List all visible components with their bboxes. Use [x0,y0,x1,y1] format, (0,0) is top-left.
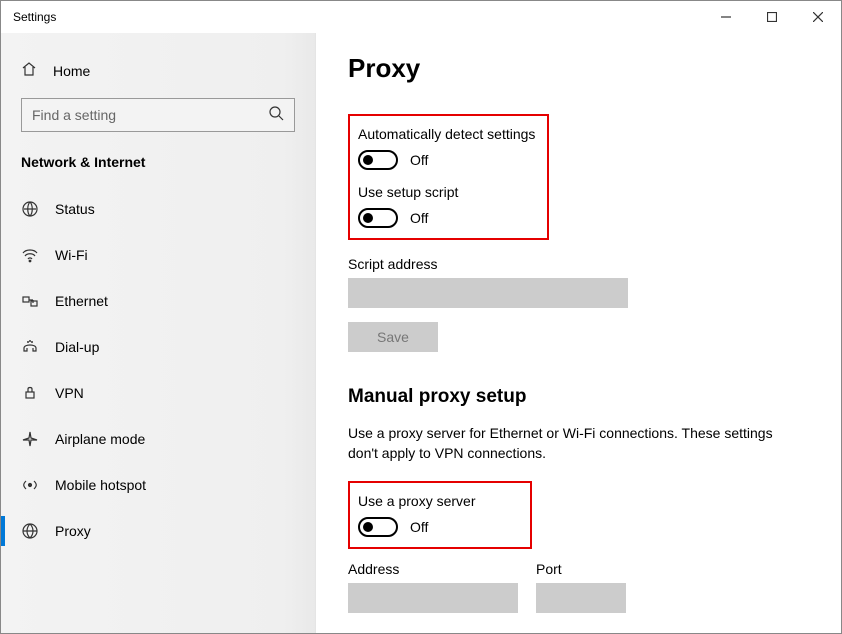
sidebar-item-status[interactable]: Status [1,186,315,232]
status-icon [21,200,39,218]
proxy-icon [21,522,39,540]
search-icon [268,105,284,126]
ethernet-icon [21,292,39,310]
sidebar-item-airplane[interactable]: Airplane mode [1,416,315,462]
sidebar: Home Network & Internet Status Wi-Fi E [1,33,316,633]
auto-detect-label: Automatically detect settings [358,126,535,142]
search-box[interactable] [21,98,295,132]
manual-setup-description: Use a proxy server for Ethernet or Wi-Fi… [348,424,788,463]
sidebar-item-ethernet[interactable]: Ethernet [1,278,315,324]
maximize-button[interactable] [749,1,795,33]
script-address-label: Script address [348,256,809,272]
main-content: Proxy Automatically detect settings Off … [316,33,841,633]
use-proxy-label: Use a proxy server [358,493,518,509]
sidebar-item-label: Wi-Fi [55,247,88,263]
port-input[interactable] [536,583,626,613]
sidebar-item-vpn[interactable]: VPN [1,370,315,416]
sidebar-item-hotspot[interactable]: Mobile hotspot [1,462,315,508]
search-input[interactable] [32,107,268,123]
save-button[interactable]: Save [348,322,438,352]
sidebar-item-label: Airplane mode [55,431,145,447]
address-label: Address [348,561,518,577]
close-button[interactable] [795,1,841,33]
sidebar-item-proxy[interactable]: Proxy [1,508,315,554]
sidebar-item-label: Proxy [55,523,91,539]
sidebar-item-label: Ethernet [55,293,108,309]
highlight-manual-proxy: Use a proxy server Off [348,481,532,549]
sidebar-section-header: Network & Internet [1,154,315,186]
titlebar: Settings [1,1,841,33]
sidebar-item-label: Mobile hotspot [55,477,146,493]
wifi-icon [21,246,39,264]
home-label: Home [53,63,90,79]
home-nav[interactable]: Home [1,53,315,94]
home-icon [21,61,39,80]
dialup-icon [21,338,39,356]
sidebar-item-label: Dial-up [55,339,99,355]
window-controls [703,1,841,33]
address-input[interactable] [348,583,518,613]
window-title: Settings [1,10,703,24]
setup-script-state: Off [410,210,428,226]
vpn-icon [21,384,39,402]
use-proxy-state: Off [410,519,428,535]
minimize-button[interactable] [703,1,749,33]
hotspot-icon [21,476,39,494]
port-label: Port [536,561,626,577]
highlight-auto-setup: Automatically detect settings Off Use se… [348,114,549,240]
setup-script-label: Use setup script [358,184,535,200]
sidebar-item-dialup[interactable]: Dial-up [1,324,315,370]
sidebar-item-label: VPN [55,385,84,401]
page-title: Proxy [348,53,809,84]
manual-setup-title: Manual proxy setup [348,386,809,408]
setup-script-toggle[interactable] [358,208,398,228]
script-address-input[interactable] [348,278,628,308]
sidebar-item-wifi[interactable]: Wi-Fi [1,232,315,278]
auto-detect-toggle[interactable] [358,150,398,170]
airplane-icon [21,430,39,448]
auto-detect-state: Off [410,152,428,168]
sidebar-item-label: Status [55,201,95,217]
use-proxy-toggle[interactable] [358,517,398,537]
